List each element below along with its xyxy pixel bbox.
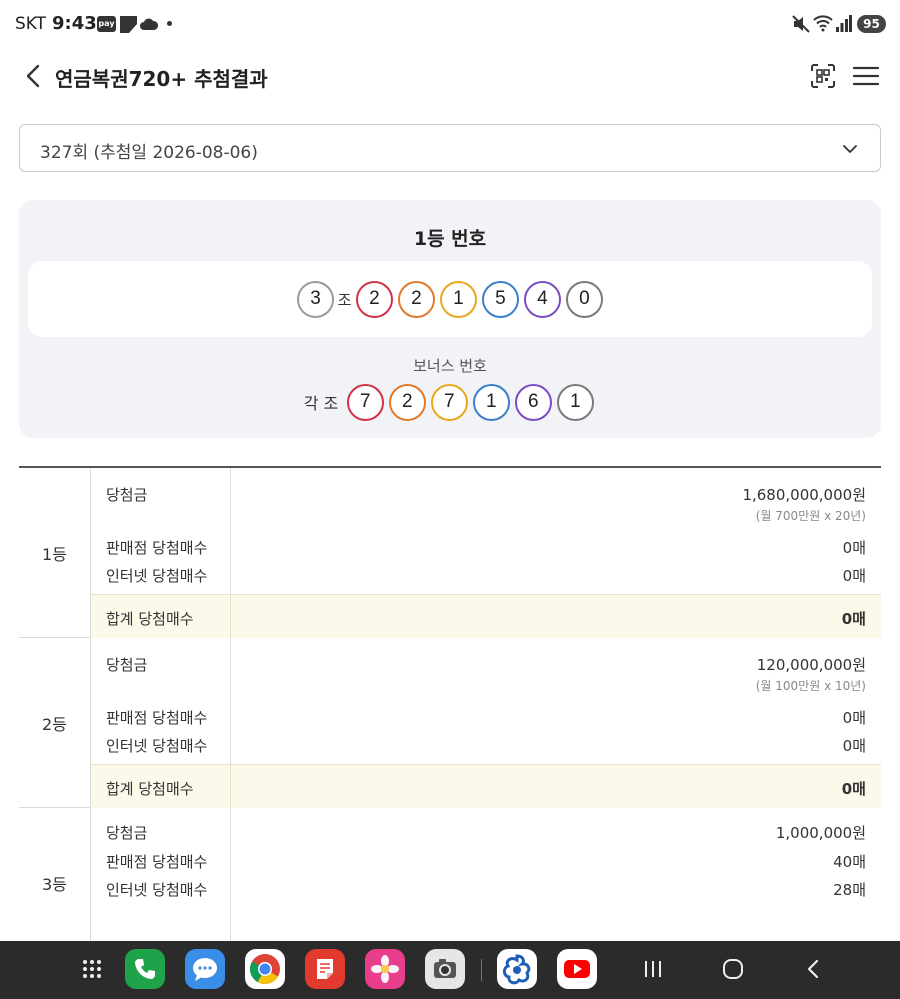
clock: 9:43 [52,13,97,34]
mute-icon [792,15,810,37]
store-count-label: 판매점 당첨매수 [106,853,208,871]
prize-amount: 120,000,000원 [756,656,866,674]
internet-count-value: 28매 [833,881,866,899]
group-ball: 3 [297,280,335,318]
store-count-value: 0매 [842,539,866,557]
notification-app-icon [120,16,137,37]
bonus-ball: 7 [430,383,468,421]
store-count-label: 판매점 당첨매수 [106,539,208,557]
bonus-numbers: 각 조 7 2 7 1 6 1 [19,383,881,421]
wifi-icon [813,14,833,36]
total-row: 합계 당첨매수 0매 [91,594,881,638]
first-prize-title: 1등 번호 [413,228,487,250]
prize-table: 1등 당첨금 판매점 당첨매수 인터넷 당첨매수 1,680,000,000원 … [19,466,881,958]
round-select[interactable]: 327회 (추첨일 2026-08-06) [19,124,881,172]
prize-note: (월 100만원 x 10년) [755,679,866,693]
internet-count-label: 인터넷 당첨매수 [106,881,208,899]
back-button[interactable] [20,62,48,90]
app-header: 연금복권720+ 추첨결과 [0,50,900,102]
number-ball: 2 [397,280,435,318]
total-row: 합계 당첨매수 0매 [91,764,881,808]
prize-amount: 1,000,000원 [775,824,866,842]
prize-note: (월 700만원 x 20년) [755,509,866,523]
qr-scan-button[interactable] [809,62,837,90]
bonus-ball: 7 [346,383,384,421]
store-count-label: 판매점 당첨매수 [106,709,208,727]
bonus-ball: 6 [514,383,552,421]
qr-scan-icon [811,64,835,88]
hamburger-menu-icon [852,66,880,86]
round-select-value: 327회 (추첨일 2026-08-06) [40,143,258,163]
page-title: 연금복권720+ 추첨결과 [55,67,268,91]
total-count-label: 합계 당첨매수 [106,780,194,798]
rank-row-3: 3등 당첨금 판매점 당첨매수 인터넷 당첨매수 1,000,000원 40매 … [19,808,881,958]
internet-count-label: 인터넷 당첨매수 [106,737,208,755]
bonus-title: 보너스 번호 [413,357,487,375]
status-bar: SKT 9:43 pay 95 [0,0,900,50]
store-count-value: 40매 [833,853,866,871]
bonus-ball: 1 [472,383,510,421]
first-prize-numbers-box: 3 조 2 2 1 5 4 0 [28,261,872,337]
phone-icon[interactable] [125,949,165,989]
navigation-bar [0,941,900,999]
chevron-down-icon [840,139,860,163]
bonus-prefix: 각 조 [303,394,339,413]
rank-row-1: 1등 당첨금 판매점 당첨매수 인터넷 당첨매수 1,680,000,000원 … [19,468,881,638]
rank-label: 3등 [19,808,91,958]
back-arrow-icon [26,64,40,88]
youtube-icon[interactable] [557,949,597,989]
number-ball: 2 [355,280,393,318]
internet-count-value: 0매 [842,737,866,755]
cloud-icon [140,16,159,35]
battery-icon: 95 [857,15,886,33]
prize-label: 당첨금 [106,486,148,504]
rank-row-2: 2등 당첨금 판매점 당첨매수 인터넷 당첨매수 120,000,000원 (월… [19,638,881,808]
first-prize-numbers: 3 조 2 2 1 5 4 0 [28,279,872,319]
carrier-label: SKT [15,14,47,34]
number-ball: 1 [439,280,477,318]
nav-divider [481,959,482,981]
number-ball: 0 [565,280,603,318]
store-count-value: 0매 [842,709,866,727]
chrome-icon[interactable] [245,949,285,989]
total-count-label: 합계 당첨매수 [106,610,194,628]
internet-count-value: 0매 [842,567,866,585]
internet-count-label: 인터넷 당첨매수 [106,567,208,585]
signal-icon [836,15,852,36]
total-count-value: 0매 [841,610,866,628]
camera-icon[interactable] [425,949,465,989]
menu-button[interactable] [852,62,880,90]
recent-apps-icon[interactable] [633,949,673,989]
home-icon[interactable] [713,949,753,989]
notes-icon[interactable] [305,949,345,989]
gallery-icon[interactable] [365,949,405,989]
prize-amount: 1,680,000,000원 [742,486,866,504]
notification-dot-icon [167,21,172,26]
rank-label: 1등 [19,468,91,637]
app-drawer-icon[interactable] [72,949,112,989]
rank-label: 2등 [19,638,91,807]
prize-label: 당첨금 [106,656,148,674]
number-ball: 4 [523,280,561,318]
bonus-ball: 1 [556,383,594,421]
total-count-value: 0매 [841,780,866,798]
pay-icon: pay [97,16,116,32]
group-suffix: 조 [337,290,352,309]
back-nav-icon[interactable] [793,949,833,989]
messages-icon[interactable] [185,949,225,989]
winning-numbers-panel: 1등 번호 3 조 2 2 1 5 4 0 보너스 번호 각 조 7 2 7 1… [19,200,881,438]
bonus-ball: 2 [388,383,426,421]
number-ball: 5 [481,280,519,318]
lottery-app-icon[interactable] [497,949,537,989]
prize-label: 당첨금 [106,824,148,842]
